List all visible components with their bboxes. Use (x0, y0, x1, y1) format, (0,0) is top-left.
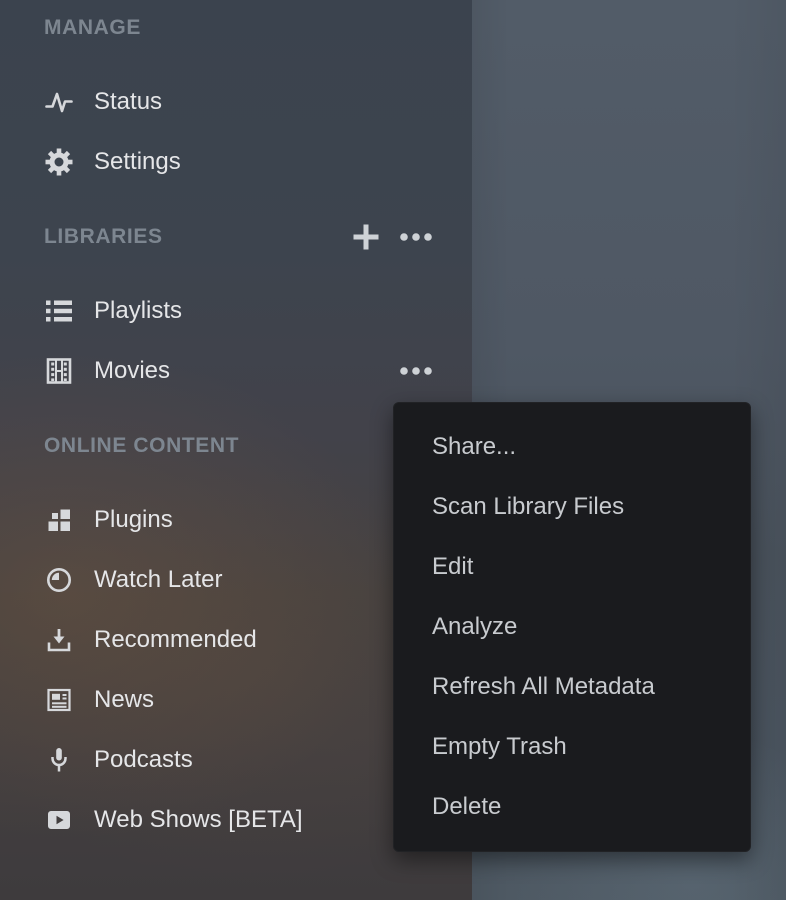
sidebar-item-label: Watch Later (94, 566, 223, 594)
menu-item-refresh-all-metadata[interactable]: Refresh All Metadata (393, 657, 751, 717)
menu-item-analyze[interactable]: Analyze (393, 597, 751, 657)
sidebar-item-label: Playlists (94, 297, 182, 325)
sidebar-item-label: Recommended (94, 626, 257, 654)
sidebar-item-label: Web Shows [BETA] (94, 806, 303, 834)
clock-icon (44, 565, 74, 595)
play-box-icon (44, 805, 74, 835)
sidebar-item-label: Movies (94, 357, 170, 385)
sidebar-item-label: Status (94, 88, 162, 116)
add-library-button[interactable] (351, 222, 381, 252)
sidebar-item-settings[interactable]: Settings (44, 132, 472, 192)
sidebar-item-playlists[interactable]: Playlists (44, 281, 472, 341)
menu-item-delete[interactable]: Delete (393, 777, 751, 837)
film-icon (44, 356, 74, 386)
sidebar-item-movies[interactable]: Movies (44, 341, 472, 401)
section-header-manage: MANAGE (44, 16, 472, 40)
sidebar-item-label: Settings (94, 148, 181, 176)
menu-item-edit[interactable]: Edit (393, 537, 751, 597)
library-context-menu: Share... Scan Library Files Edit Analyze… (393, 402, 751, 852)
activity-icon (44, 87, 74, 117)
more-icon (398, 231, 434, 243)
libraries-more-button[interactable] (396, 230, 436, 244)
libraries-header-actions (44, 225, 472, 249)
grid-icon (44, 505, 74, 535)
more-icon (398, 365, 434, 377)
section-label: ONLINE CONTENT (44, 434, 239, 458)
plus-icon (351, 222, 381, 252)
mic-icon (44, 745, 74, 775)
section-header-libraries: LIBRARIES (44, 225, 472, 249)
menu-item-scan-library-files[interactable]: Scan Library Files (393, 477, 751, 537)
download-icon (44, 625, 74, 655)
gear-icon (44, 147, 74, 177)
sidebar-item-label: News (94, 686, 154, 714)
sidebar-item-status[interactable]: Status (44, 72, 472, 132)
sidebar-item-label: Podcasts (94, 746, 193, 774)
playlist-icon (44, 296, 74, 326)
section-label: MANAGE (44, 16, 141, 40)
menu-item-share[interactable]: Share... (393, 417, 751, 477)
menu-item-empty-trash[interactable]: Empty Trash (393, 717, 751, 777)
movies-more-button[interactable] (396, 364, 436, 378)
plex-sidebar-screen: MANAGE Status (0, 0, 786, 900)
sidebar-item-label: Plugins (94, 506, 173, 534)
news-icon (44, 685, 74, 715)
